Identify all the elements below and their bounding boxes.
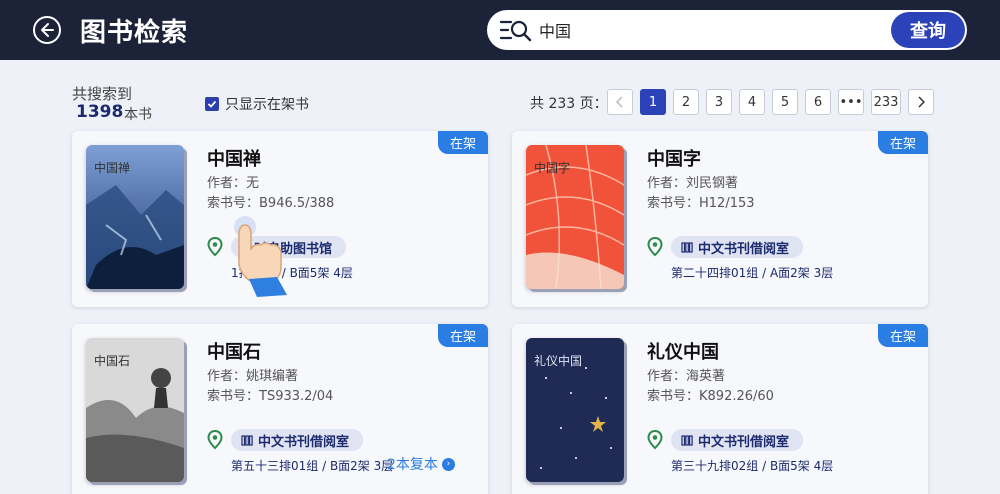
book-cover[interactable]: 中国字 [526, 145, 624, 289]
prev-page-button[interactable] [607, 89, 633, 115]
filter-label: 只显示在架书 [225, 97, 309, 113]
book-author: 作者：海英著 [647, 369, 726, 384]
page-button[interactable]: 5 [772, 89, 798, 115]
copies-link[interactable]: 2本复本 › [387, 454, 455, 474]
chevron-right-icon [918, 96, 925, 108]
cover-title: 礼仪中国 [534, 354, 583, 368]
status-badge: 在架 [878, 324, 928, 347]
status-badge: 在架 [438, 131, 488, 154]
shelf-position: 第五十三排01组 / B面2架 3层 [231, 459, 394, 473]
tap-hand-icon [234, 216, 287, 297]
book-author: 作者：姚琪编著 [207, 369, 299, 384]
location-tag[interactable]: 中文书刊借阅室 [231, 429, 364, 451]
book-card[interactable]: 在架 礼仪中国 礼仪中国 作者：海英著 索书号：K892.26/60 中文书刊借… [512, 324, 928, 494]
shelf-position: 第二十四排01组 / A面2架 3层 [671, 266, 834, 280]
location-pin-icon [207, 237, 223, 257]
book-card[interactable]: 在架 中国石 中国石 作者：姚琪编著 索书号：TS933.2/04 中文书刊借阅… [72, 324, 488, 494]
call-number: 索书号：B946.5/388 [207, 196, 335, 211]
pagination: 1 2 3 4 5 6 ••• 233 [607, 89, 934, 115]
check-icon [207, 100, 217, 108]
page-ellipsis[interactable]: ••• [838, 89, 864, 115]
next-page-button[interactable] [908, 89, 934, 115]
page-title: 图书检索 [80, 18, 189, 48]
shelf-position: 第三十九排02组 / B面5架 4层 [671, 459, 834, 473]
call-number: 索书号：TS933.2/04 [207, 389, 334, 404]
location-pin-icon [647, 237, 663, 257]
status-badge: 在架 [878, 131, 928, 154]
book-author: 作者：刘民钢著 [647, 176, 739, 191]
cover-title: 中国石 [94, 354, 131, 368]
location-pin-icon [207, 430, 223, 450]
top-bar: 图书检索 查询 [0, 0, 1000, 60]
copies-label: 2本复本 [387, 457, 438, 473]
result-unit: 本书 [124, 107, 152, 123]
book-cover[interactable]: 中国石 [86, 338, 184, 482]
call-number: 索书号：K892.26/60 [647, 389, 774, 404]
page-button[interactable]: 3 [706, 89, 732, 115]
location-label: 中文书刊借阅室 [258, 434, 350, 450]
book-title: 礼仪中国 [647, 342, 719, 363]
location-label: 中文书刊借阅室 [698, 434, 790, 450]
chevron-left-icon [616, 96, 623, 108]
book-author: 作者：无 [207, 176, 260, 191]
page-button[interactable]: 6 [805, 89, 831, 115]
search-input[interactable] [539, 16, 859, 44]
chevron-right-icon: › [441, 457, 455, 471]
location-tag[interactable]: 中文书刊借阅室 [671, 236, 804, 258]
status-badge: 在架 [438, 324, 488, 347]
search-bar: 查询 [487, 10, 967, 50]
book-cover[interactable]: 礼仪中国 [526, 338, 624, 482]
bookshelf-icon [681, 435, 693, 446]
page-button[interactable]: 1 [640, 89, 666, 115]
page-button[interactable]: 233 [871, 89, 901, 115]
result-count: 1398 [76, 102, 124, 122]
filter-checkbox[interactable] [205, 97, 219, 111]
location-pin-icon [647, 430, 663, 450]
page-button[interactable]: 4 [739, 89, 765, 115]
search-button[interactable]: 查询 [891, 12, 965, 48]
page-button[interactable]: 2 [673, 89, 699, 115]
in-shelf-filter[interactable]: 只显示在架书 [205, 94, 309, 114]
book-card[interactable]: 在架 中国字 中国字 作者：刘民钢著 索书号：H12/153 中文书刊借阅室 第… [512, 131, 928, 307]
bookshelf-icon [241, 435, 253, 446]
cover-title: 中国字 [534, 161, 571, 175]
back-arrow-icon [41, 23, 54, 37]
book-title: 中国禅 [207, 149, 261, 170]
location-label: 中文书刊借阅室 [698, 241, 790, 257]
cover-title: 中国禅 [94, 161, 131, 175]
bookshelf-icon [681, 242, 693, 253]
book-cover[interactable]: 中国禅 [86, 145, 184, 289]
location-tag[interactable]: 中文书刊借阅室 [671, 429, 804, 451]
call-number: 索书号：H12/153 [647, 196, 755, 211]
result-label: 共搜索到 [72, 85, 133, 103]
search-list-icon [499, 20, 532, 42]
book-title: 中国字 [647, 149, 701, 170]
back-button[interactable] [33, 16, 61, 44]
book-title: 中国石 [207, 342, 261, 363]
page-info: 共 233 页： [530, 96, 608, 112]
